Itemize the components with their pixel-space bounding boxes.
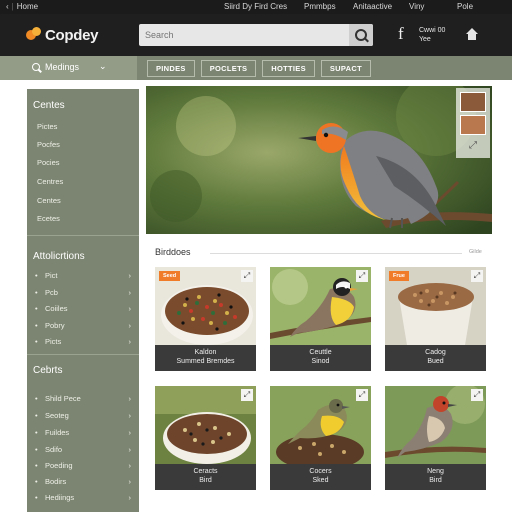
product-caption: Ceuttle Sinod: [270, 345, 371, 371]
chevron-right-icon: ›: [128, 493, 132, 502]
product-subtitle: Sinod: [311, 358, 330, 365]
product-badge: Seed: [159, 271, 181, 281]
sidebar-divider: [27, 354, 139, 355]
section-divider: [210, 253, 462, 254]
chevron-right-icon: ›: [128, 288, 132, 297]
product-card[interactable]: Frue ⤢ Cadog Bued: [385, 267, 486, 371]
seed-thumb[interactable]: [460, 92, 486, 112]
product-card[interactable]: ⤢ Neng Bird: [385, 386, 486, 490]
hero-thumbnails: ⤢: [456, 88, 490, 158]
product-subtitle: Bird: [429, 477, 442, 484]
product-name: Kaldon: [194, 349, 217, 356]
expand-icon[interactable]: ⤢: [471, 270, 483, 282]
expand-icon[interactable]: ⤢: [241, 270, 253, 282]
product-card[interactable]: ⤢ Ceuttle Sinod: [270, 267, 371, 371]
home-icon[interactable]: [466, 28, 478, 40]
expand-icon[interactable]: ⤢: [467, 140, 479, 152]
sidebar: Centes Pictes Pocfes Pocies Centres Cent…: [27, 89, 139, 512]
facebook-icon[interactable]: f: [398, 24, 404, 44]
sidebar-link[interactable]: Ecetes: [37, 214, 60, 223]
chevron-right-icon: ›: [128, 445, 132, 454]
nav-tab[interactable]: HOTTIES: [262, 60, 315, 77]
chevron-right-icon: ›: [128, 271, 132, 280]
category-menu-button[interactable]: Medings ⌄: [0, 56, 137, 80]
expand-icon[interactable]: ⤢: [356, 389, 368, 401]
product-badge: Frue: [389, 271, 409, 281]
account-info[interactable]: Cwwi 00 Yee: [419, 26, 445, 44]
sidebar-link[interactable]: Pocfes: [37, 140, 60, 149]
chevron-right-icon: ›: [128, 337, 132, 346]
food-thumb[interactable]: [460, 115, 486, 135]
chevron-right-icon: ›: [128, 411, 132, 420]
product-subtitle: Bued: [427, 358, 444, 365]
product-caption: Cocers Sked: [270, 464, 371, 490]
nav-tab[interactable]: POCLETS: [200, 60, 257, 77]
product-caption: Kaldon Summed Bremdes: [155, 345, 256, 371]
utility-link[interactable]: Pole: [457, 2, 473, 11]
sidebar-divider: [27, 235, 139, 236]
account-line: Cwwi 00: [419, 27, 446, 34]
nav-tab[interactable]: SUPACT: [320, 60, 371, 77]
sidebar-section-title: Attolicrtions: [33, 251, 85, 262]
product-card[interactable]: Seed ⤢ Kaldon Summed Bremdes: [155, 267, 256, 371]
brand-logo[interactable]: Copdey: [26, 24, 99, 46]
home-link[interactable]: Home: [17, 2, 38, 11]
product-card[interactable]: ⤢ Cocers Sked: [270, 386, 371, 490]
product-card[interactable]: ⤢ Ceracts Bird: [155, 386, 256, 490]
utility-link[interactable]: Siird Dy Fird Cres: [224, 2, 287, 11]
nav-tab[interactable]: PINDES: [147, 60, 195, 77]
chevron-right-icon: ›: [128, 461, 132, 470]
expand-icon[interactable]: ⤢: [356, 270, 368, 282]
product-name: Ceuttle: [309, 349, 332, 356]
product-subtitle: Bird: [199, 477, 212, 484]
header: Copdey f Cwwi 00 Yee: [0, 14, 512, 56]
chevron-right-icon: ›: [128, 477, 132, 486]
chevron-down-icon: ⌄: [99, 61, 107, 71]
utility-link[interactable]: Pmmbps: [304, 2, 336, 11]
search-button[interactable]: [349, 24, 373, 46]
utility-link[interactable]: Anitaactive: [353, 2, 392, 11]
back-icon[interactable]: ‹: [6, 2, 9, 11]
category-menu-label: Medings: [45, 62, 80, 72]
main-nav: Medings ⌄ PINDES POCLETS HOTTIES SUPACT: [0, 56, 512, 80]
product-caption: Neng Bird: [385, 464, 486, 490]
sidebar-link[interactable]: Centes: [37, 196, 61, 205]
utility-link[interactable]: Viny: [409, 2, 424, 11]
chevron-right-icon: ›: [128, 321, 132, 330]
view-more-link[interactable]: Gilde: [469, 249, 482, 255]
hero-banner[interactable]: [146, 86, 492, 234]
bird-logo-icon: [26, 27, 42, 43]
product-name: Neng: [427, 468, 444, 475]
search-icon: [32, 63, 41, 72]
sidebar-link[interactable]: Centres: [37, 177, 63, 186]
product-caption: Cadog Bued: [385, 345, 486, 371]
product-name: Ceracts: [193, 468, 218, 475]
account-line: Yee: [419, 36, 431, 43]
product-subtitle: Summed Bremdes: [176, 358, 235, 365]
product-subtitle: Sked: [312, 477, 329, 484]
search-input[interactable]: [145, 26, 345, 44]
product-name: Cocers: [309, 468, 332, 475]
chevron-right-icon: ›: [128, 428, 132, 437]
sidebar-link[interactable]: Pocies: [37, 158, 60, 167]
utility-left[interactable]: ‹ | Home: [6, 2, 38, 11]
sidebar-section-title: Cebrts: [33, 365, 63, 376]
chevron-right-icon: ›: [128, 394, 132, 403]
search-bar: [139, 24, 373, 46]
sidebar-link[interactable]: Pictes: [37, 122, 57, 131]
brand-name: Copdey: [45, 26, 99, 44]
product-name: Cadog: [425, 349, 446, 356]
chevron-right-icon: ›: [128, 304, 132, 313]
product-caption: Ceracts Bird: [155, 464, 256, 490]
hero-bird-photo: [146, 86, 492, 234]
section-title: Birddoes: [155, 247, 191, 257]
top-utility-bar: ‹ | Home Siird Dy Fird Cres Pmmbps Anitaac…: [0, 0, 512, 14]
expand-icon[interactable]: ⤢: [241, 389, 253, 401]
sidebar-section-title: Centes: [33, 100, 65, 111]
expand-icon[interactable]: ⤢: [471, 389, 483, 401]
nav-tabs: PINDES POCLETS HOTTIES SUPACT: [147, 60, 371, 77]
